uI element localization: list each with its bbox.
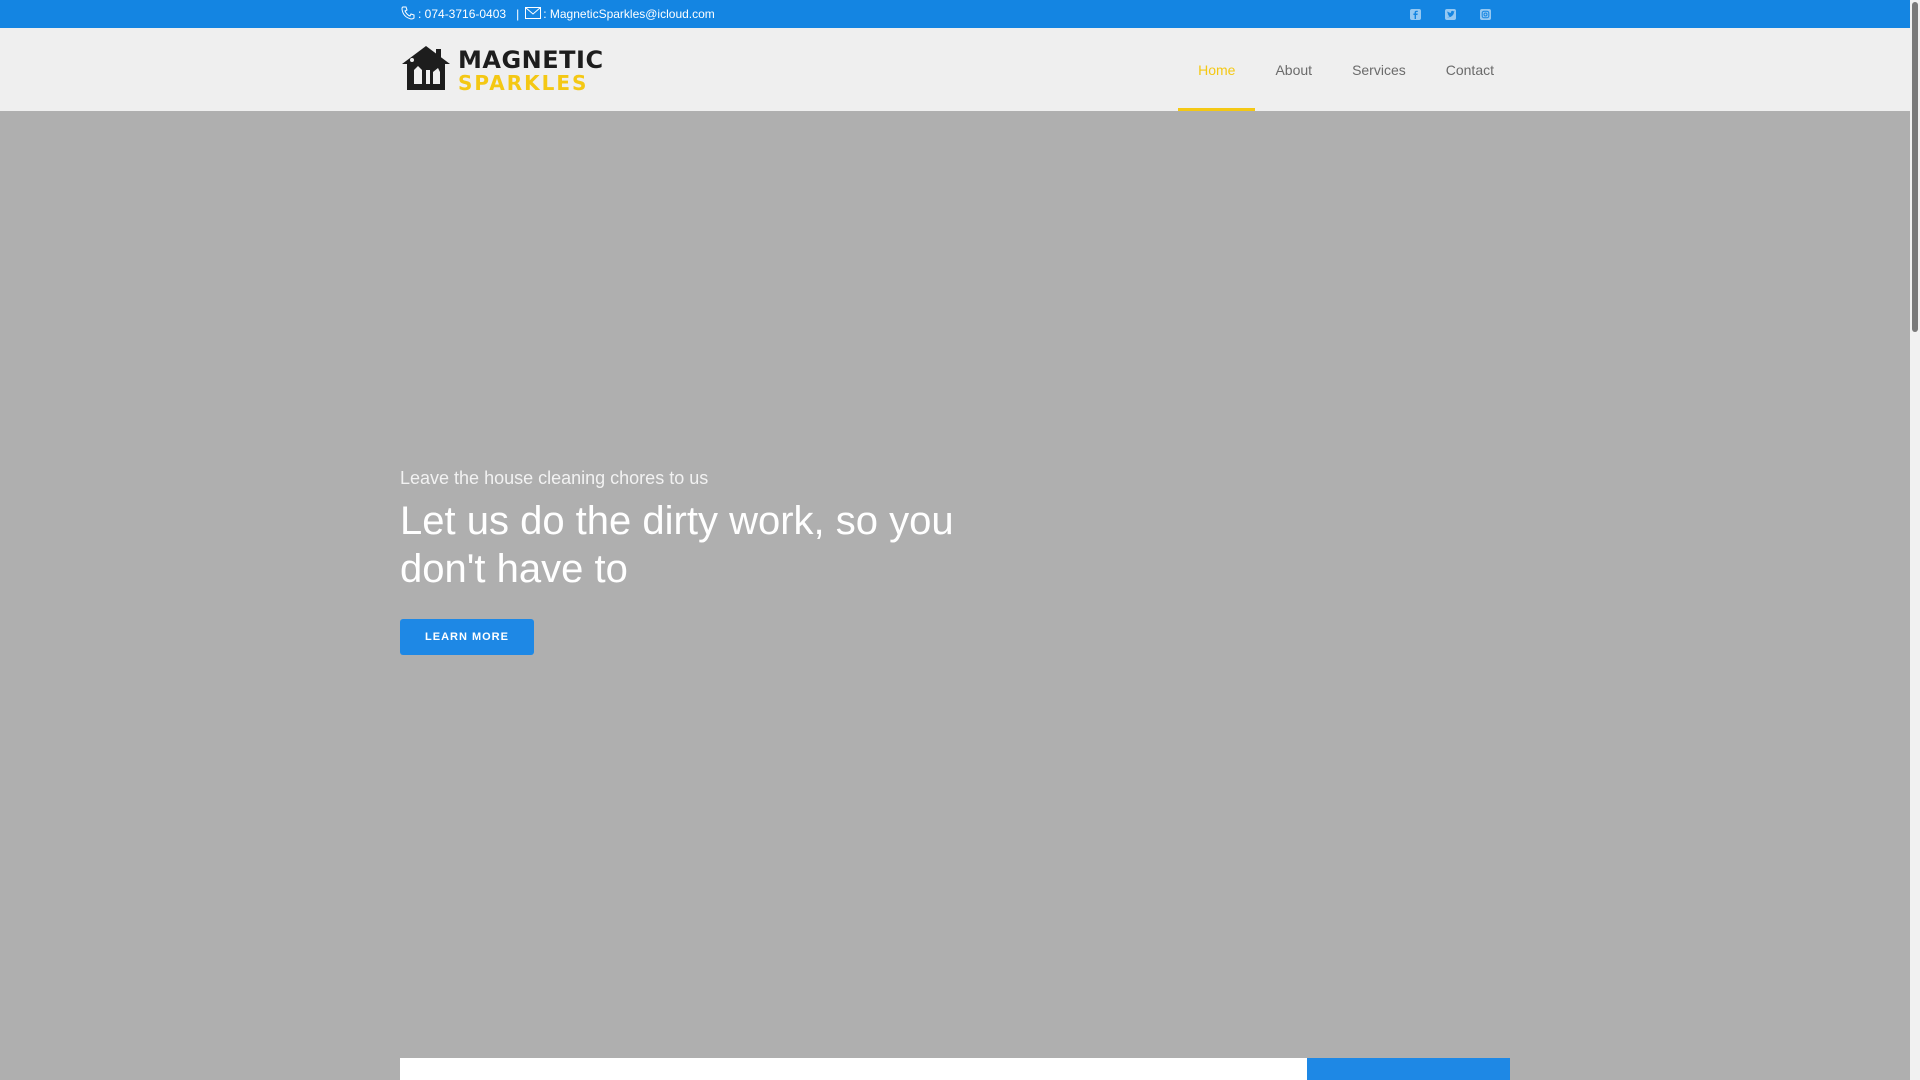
site-header: MAGNETIC SPARKLES Home About Services Co…: [0, 28, 1910, 112]
quote-submit-button[interactable]: [1307, 1058, 1510, 1080]
main-nav: Home About Services Contact: [1178, 28, 1514, 111]
hero-subtitle: Leave the house cleaning chores to us: [400, 468, 709, 488]
quote-input[interactable]: [400, 1058, 1307, 1080]
logo-line-1: MAGNETIC: [458, 45, 604, 74]
logo[interactable]: MAGNETIC SPARKLES: [400, 44, 603, 97]
contact-separator: |: [516, 7, 520, 21]
nav-item-home[interactable]: Home: [1178, 28, 1256, 111]
logo-line-2: SPARKLES: [458, 70, 589, 95]
house-logo-icon: [400, 44, 452, 97]
scrollbar-thumb[interactable]: [1912, 2, 1918, 332]
facebook-icon[interactable]: [1410, 8, 1421, 20]
email-address[interactable]: : MagneticSparkles@icloud.com: [543, 7, 715, 21]
phone-icon: [400, 6, 416, 23]
page-scrollbar[interactable]: [1910, 0, 1920, 1080]
page: : 074-3716-0403 | : MagneticSparkles@icl…: [0, 0, 1910, 1080]
instagram-icon[interactable]: [1480, 8, 1491, 20]
learn-more-button[interactable]: LEARN MORE: [400, 619, 534, 655]
nav-item-contact[interactable]: Contact: [1426, 28, 1514, 111]
nav-item-services[interactable]: Services: [1332, 28, 1426, 111]
hero-section: Leave the house cleaning chores to us Le…: [0, 111, 1910, 1080]
hero-title: Let us do the dirty work, so you don't h…: [400, 499, 954, 591]
social-links: [1410, 0, 1491, 28]
mail-icon: [525, 6, 542, 22]
top-bar: : 074-3716-0403 | : MagneticSparkles@icl…: [0, 0, 1910, 28]
phone-number[interactable]: : 074-3716-0403: [418, 7, 506, 21]
contact-info: : 074-3716-0403 | : MagneticSparkles@icl…: [400, 0, 715, 28]
logo-text: MAGNETIC SPARKLES: [458, 48, 604, 93]
nav-item-about[interactable]: About: [1255, 28, 1332, 111]
twitter-icon[interactable]: [1445, 8, 1456, 20]
